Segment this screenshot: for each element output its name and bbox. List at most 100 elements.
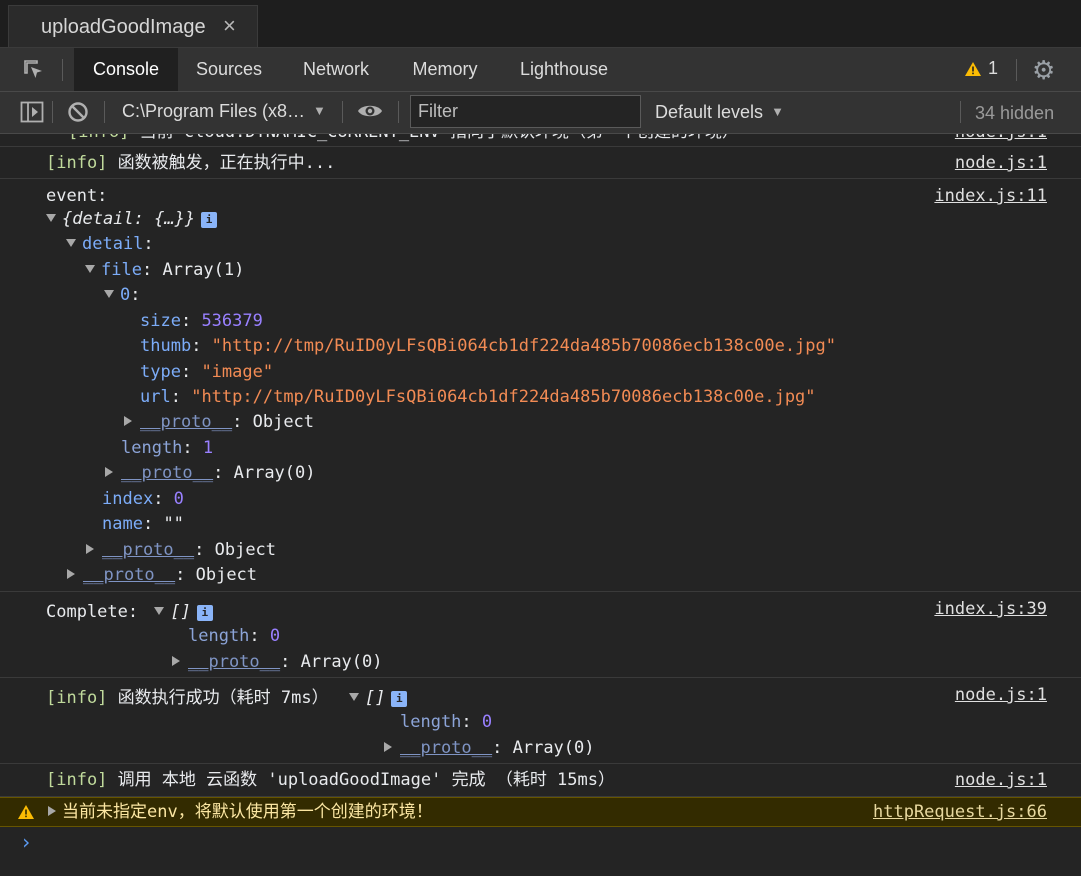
tree-node-proto-array[interactable]: __proto__: Array(0) xyxy=(105,462,316,484)
clear-console-icon[interactable] xyxy=(67,101,89,123)
console-prompt-icon[interactable]: › xyxy=(20,831,32,853)
chevron-down-icon: ▼ xyxy=(771,104,784,119)
console-message: [info] 调用 本地 云函数 'uploadGoodImage' 完成 （耗… xyxy=(0,764,1081,797)
warning-icon xyxy=(965,62,981,76)
info-prefix: [info] xyxy=(68,134,129,142)
console-message: [info] 函数被触发，正在执行中... node.js:1 xyxy=(0,147,1081,179)
console-message: [info] 当前 cloud.DYNAMIC_CURRENT_ENV 指向了默… xyxy=(0,134,1081,147)
toolbar-divider xyxy=(960,101,961,123)
collapsed-triangle-icon[interactable] xyxy=(172,656,180,666)
show-sidebar-icon[interactable] xyxy=(20,101,44,123)
info-prefix: [info] xyxy=(46,770,108,790)
info-badge-icon[interactable]: i xyxy=(391,691,408,707)
console-message-complete: Complete: [] i index.js:39 length: 0 __pr… xyxy=(0,592,1081,678)
source-link[interactable]: node.js:1 xyxy=(955,152,1047,174)
expand-triangle-icon[interactable] xyxy=(154,607,165,615)
toolbar-divider xyxy=(104,101,105,123)
property-thumb: thumb: "http://tmp/RuID0yLFsQBi064cb1df2… xyxy=(140,336,836,356)
array-summary: [] xyxy=(364,688,386,708)
property-length: length: 0 xyxy=(188,626,281,646)
collapsed-triangle-icon[interactable] xyxy=(86,544,94,554)
info-badge-icon[interactable]: i xyxy=(201,212,218,228)
object-summary: {detail: {…}} xyxy=(62,209,196,229)
message-text: 调用 本地 云函数 'uploadGoodImage' 完成 （耗时 15ms） xyxy=(107,770,615,790)
expand-triangle-icon[interactable] xyxy=(66,239,76,247)
source-link[interactable]: index.js:39 xyxy=(934,598,1047,620)
object-summary-row[interactable]: {detail: {…}} i xyxy=(46,208,218,230)
property-name: name: "" xyxy=(102,514,184,534)
source-link[interactable]: httpRequest.js:66 xyxy=(873,801,1047,823)
console-toolbar: C:\Program Files (x8… ▼ Default levels ▼ 3… xyxy=(0,92,1081,134)
console-message-event: event: index.js:11 {detail: {…}} i detail… xyxy=(0,179,1081,592)
collapsed-triangle-icon[interactable] xyxy=(67,569,75,579)
execution-context-value: C:\Program Files (x8… xyxy=(122,101,306,121)
array-summary: [] xyxy=(170,602,191,622)
execution-context-select[interactable]: C:\Program Files (x8… ▼ xyxy=(122,101,326,122)
window-tab-strip: uploadGoodImage × xyxy=(0,0,1081,48)
toolbar-divider xyxy=(398,101,399,123)
warnings-count: 1 xyxy=(988,58,999,78)
property-type: type: "image" xyxy=(140,362,274,382)
console-warning-message: 当前未指定env，将默认使用第一个创建的环境！ httpRequest.js:6… xyxy=(0,797,1081,827)
close-tab-icon[interactable]: × xyxy=(223,13,236,39)
property-length: length: 0 xyxy=(400,712,493,732)
tree-node-item-0[interactable]: 0: xyxy=(104,284,141,306)
collapsed-triangle-icon[interactable] xyxy=(105,467,113,477)
info-prefix: [info] xyxy=(46,153,108,173)
source-link[interactable]: index.js:11 xyxy=(934,185,1047,207)
console-output: [info] 当前 cloud.DYNAMIC_CURRENT_ENV 指向了默… xyxy=(0,134,1081,876)
log-label: event: xyxy=(46,186,108,206)
tab-sources[interactable]: Sources xyxy=(182,48,276,91)
tree-node-file[interactable]: file: Array(1) xyxy=(85,259,244,281)
tab-lighthouse[interactable]: Lighthouse xyxy=(504,48,624,91)
warning-icon xyxy=(18,805,34,819)
source-link[interactable]: node.js:1 xyxy=(955,134,1047,143)
tab-network[interactable]: Network xyxy=(286,48,386,91)
expand-triangle-icon[interactable] xyxy=(85,265,95,273)
devtools-panel-tabs: Console Sources Network Memory Lighthous… xyxy=(0,48,1081,92)
message-text: 函数被触发，正在执行中... xyxy=(107,153,336,173)
toolbar-divider xyxy=(342,101,343,123)
source-link[interactable]: node.js:1 xyxy=(955,684,1047,706)
property-url: url: "http://tmp/RuID0yLFsQBi064cb1df224… xyxy=(140,387,816,407)
tab-memory[interactable]: Memory xyxy=(396,48,494,91)
message-text: 当前未指定env，将默认使用第一个创建的环境！ xyxy=(62,802,433,822)
source-link[interactable]: node.js:1 xyxy=(955,769,1047,791)
info-prefix: [info] xyxy=(46,688,108,708)
inspect-element-icon[interactable] xyxy=(22,58,46,82)
collapsed-triangle-icon[interactable] xyxy=(384,742,392,752)
info-badge-icon[interactable]: i xyxy=(196,605,213,621)
live-expression-eye-icon[interactable] xyxy=(357,102,383,120)
log-levels-select[interactable]: Default levels ▼ xyxy=(655,102,784,123)
document-tab-title: uploadGoodImage xyxy=(41,16,206,38)
tree-node-proto-array[interactable]: __proto__: Array(0) xyxy=(172,651,383,673)
expand-triangle-icon[interactable] xyxy=(104,290,114,298)
warnings-counter[interactable]: 1 xyxy=(964,58,998,79)
hidden-messages-count: 34 hidden xyxy=(975,103,1055,123)
settings-gear-icon[interactable]: ⚙ xyxy=(1032,57,1055,83)
chevron-down-icon: ▼ xyxy=(313,103,326,118)
tree-node-proto-array[interactable]: __proto__: Array(0) xyxy=(384,737,595,759)
collapsed-triangle-icon[interactable] xyxy=(124,416,132,426)
filter-input[interactable] xyxy=(410,95,641,128)
tree-node-proto-object[interactable]: __proto__: Object xyxy=(86,539,276,561)
tab-console[interactable]: Console xyxy=(74,48,178,91)
property-index: index: 0 xyxy=(102,489,184,509)
property-size: size: 536379 xyxy=(140,311,263,331)
property-length: length: 1 xyxy=(121,438,214,458)
tree-node-proto-object[interactable]: __proto__: Object xyxy=(67,564,257,586)
message-text: 当前 cloud.DYNAMIC_CURRENT_ENV 指向了默认环境（第一个… xyxy=(129,134,739,142)
collapsed-triangle-icon[interactable] xyxy=(48,806,56,816)
document-tab[interactable]: uploadGoodImage × xyxy=(8,5,258,47)
toolbar-divider xyxy=(52,101,53,123)
expand-triangle-icon[interactable] xyxy=(46,214,56,222)
log-levels-value: Default levels xyxy=(655,102,764,122)
message-text: 函数执行成功（耗时 7ms） xyxy=(107,688,329,708)
tree-node-detail[interactable]: detail: xyxy=(66,233,154,255)
tree-node-proto-object[interactable]: __proto__: Object xyxy=(124,411,314,433)
toolbar-divider xyxy=(62,59,63,81)
console-message-success: [info] 函数执行成功（耗时 7ms） [] i node.js:1 leng… xyxy=(0,678,1081,764)
log-label: Complete: xyxy=(46,602,139,622)
toolbar-divider xyxy=(1016,59,1017,81)
expand-triangle-icon[interactable] xyxy=(348,693,359,701)
